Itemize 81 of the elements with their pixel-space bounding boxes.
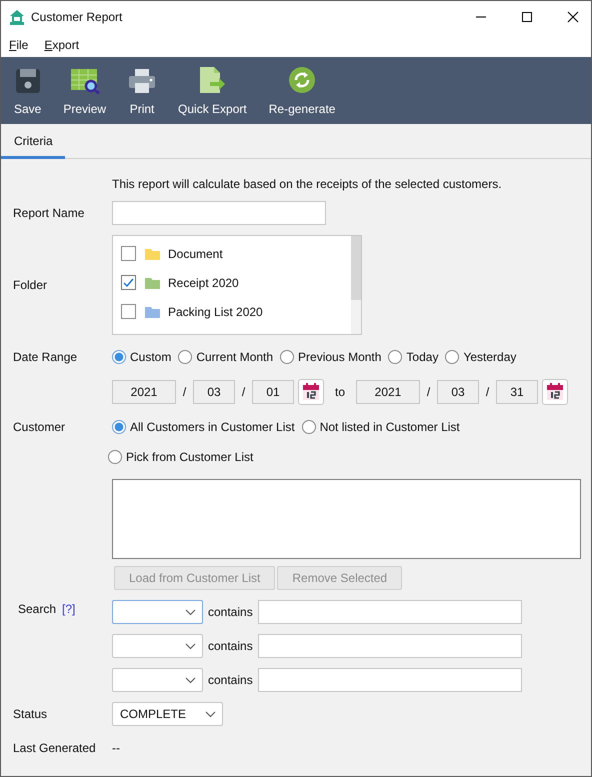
info-text: This report will calculate based on the receipts of the selected customers. (112, 177, 502, 191)
folder-item[interactable]: Receipt 2020 (113, 268, 351, 297)
close-icon[interactable] (567, 11, 579, 23)
folder-item[interactable]: Document (113, 239, 351, 268)
radio-button[interactable] (280, 350, 294, 364)
field-label: Customer (12, 420, 66, 434)
radio-option[interactable]: Current Month (178, 350, 274, 364)
date-separator: / (426, 385, 432, 399)
calendar-button[interactable] (542, 379, 568, 405)
customer-list[interactable] (112, 479, 581, 559)
to-label: to (334, 385, 346, 399)
toolbar-button[interactable]: Preview (52, 57, 118, 124)
radio-button[interactable] (108, 450, 122, 464)
search-value-field[interactable] (258, 600, 522, 624)
search-value-field[interactable] (258, 634, 522, 658)
folder-item[interactable]: Packing List 2020 (113, 297, 351, 326)
table-magnifier-icon (70, 68, 100, 94)
maximize-icon[interactable] (521, 11, 533, 23)
radio-button[interactable] (112, 350, 126, 364)
field-label: Date Range (12, 350, 78, 364)
radio-button[interactable] (388, 350, 402, 364)
chevron-down-icon (185, 608, 196, 616)
status-dropdown[interactable]: COMPLETE (112, 702, 223, 726)
last-generated-value: -- (112, 741, 120, 755)
chevron-down-icon (185, 676, 196, 684)
radio-option[interactable]: Today (388, 350, 438, 364)
menu-item[interactable]: File (9, 38, 28, 52)
date-field[interactable]: 2021 (356, 380, 420, 404)
app-icon (9, 9, 25, 25)
radio-option[interactable]: Not listed in Customer List (302, 420, 460, 434)
calendar-icon (546, 383, 564, 401)
checkbox[interactable] (121, 304, 136, 319)
operator-label: contains (208, 605, 253, 619)
radio-option[interactable]: Custom (112, 350, 172, 364)
field-label: Status (12, 707, 48, 721)
date-separator: / (484, 385, 490, 399)
radio-button[interactable] (445, 350, 460, 364)
radio-option[interactable]: All Customers in Customer List (112, 420, 295, 434)
printer-icon (128, 68, 156, 94)
toolbar-button[interactable]: Quick Export (167, 57, 258, 124)
folder-list[interactable]: Document Receipt 2020 Packing List 2020 (112, 235, 362, 335)
radio-button[interactable] (302, 420, 316, 434)
field-dropdown[interactable] (112, 600, 203, 624)
chevron-down-icon (185, 642, 196, 650)
chevron-down-icon (205, 710, 216, 718)
radio-button[interactable] (112, 420, 126, 434)
help-link[interactable]: [?] (62, 602, 76, 616)
tab[interactable]: Criteria (1, 134, 65, 159)
document-arrow-icon (198, 66, 226, 94)
date-separator: / (182, 385, 188, 399)
checkbox[interactable] (121, 275, 136, 290)
radio-option[interactable]: Pick from Customer List (108, 450, 254, 464)
toolbar-button[interactable]: Re-generate (258, 57, 346, 124)
date-field[interactable]: 01 (252, 380, 294, 404)
date-separator: / (240, 385, 246, 399)
date-field[interactable]: 2021 (112, 380, 176, 404)
radio-option[interactable]: Yesterday (445, 350, 516, 364)
date-field[interactable]: 03 (193, 380, 235, 404)
scrollbar[interactable] (351, 236, 361, 334)
field-dropdown[interactable] (112, 634, 203, 658)
radio-button[interactable] (178, 350, 192, 364)
operator-label: contains (208, 639, 253, 653)
date-field[interactable]: 03 (437, 380, 479, 404)
menu-item[interactable]: Export (44, 38, 80, 52)
report-name-field[interactable] (112, 201, 326, 225)
search-value-field[interactable] (258, 668, 522, 692)
field-dropdown[interactable] (112, 668, 203, 692)
window-title: Customer Report (31, 10, 122, 24)
field-label: Report Name (12, 206, 86, 220)
toolbar-button[interactable]: Save (3, 57, 52, 124)
toolbar-button[interactable]: Print (117, 57, 168, 124)
calendar-icon (302, 383, 320, 401)
field-label: Last Generated (12, 741, 97, 755)
calendar-button[interactable] (298, 379, 324, 405)
field-label: Folder (12, 278, 48, 292)
field-label: Search (18, 602, 56, 616)
operator-label: contains (208, 673, 253, 687)
refresh-icon (288, 66, 316, 94)
date-field[interactable]: 31 (496, 380, 538, 404)
checkbox[interactable] (121, 246, 136, 261)
radio-option[interactable]: Previous Month (280, 350, 382, 364)
